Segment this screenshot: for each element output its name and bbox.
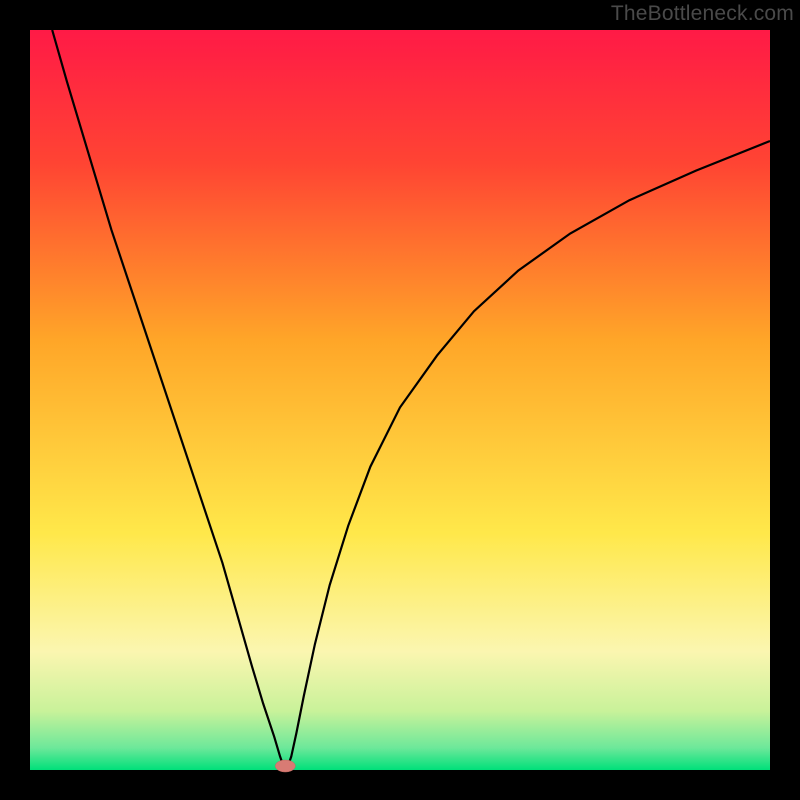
bottleneck-chart — [0, 0, 800, 800]
optimal-marker — [275, 760, 295, 772]
chart-container: TheBottleneck.com — [0, 0, 800, 800]
watermark-text: TheBottleneck.com — [611, 2, 794, 26]
plot-background — [30, 30, 770, 770]
